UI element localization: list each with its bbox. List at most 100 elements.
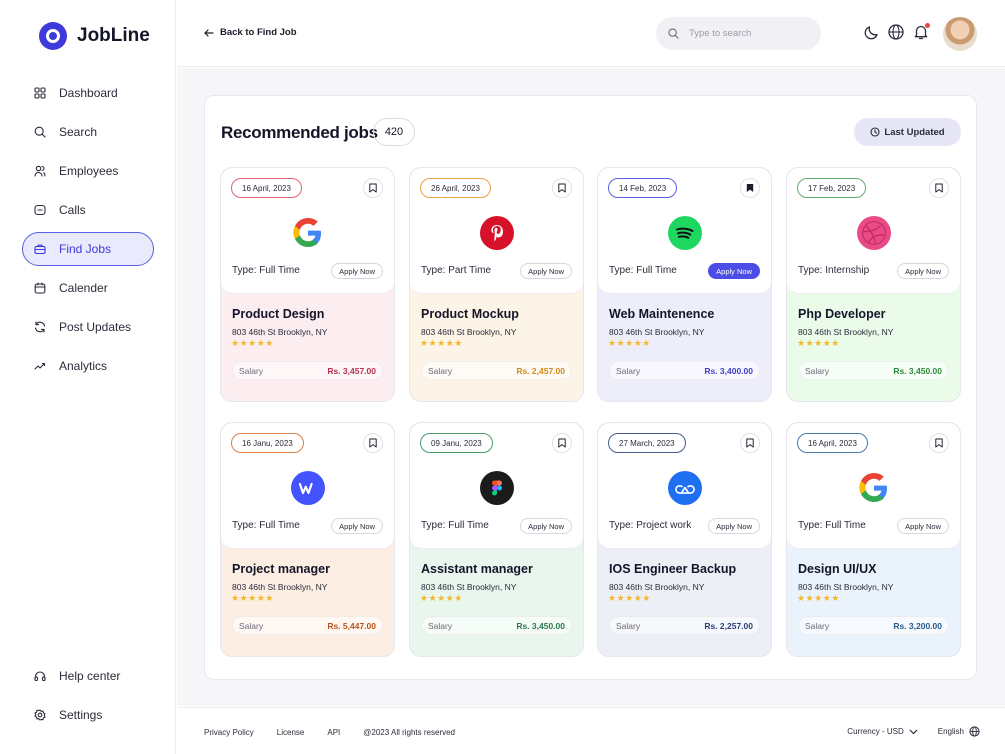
job-address: 803 46th St Brooklyn, NY: [421, 327, 517, 337]
salary-label: Salary: [428, 365, 453, 376]
search-input[interactable]: [689, 28, 799, 39]
bookmark-button[interactable]: [552, 433, 572, 453]
job-card-header: 26 April, 2023 Type: Part Time Apply Now: [410, 168, 583, 294]
sidebar-item-calender[interactable]: Calender: [22, 271, 154, 305]
apply-now-button[interactable]: Apply Now: [331, 263, 383, 279]
apply-now-button[interactable]: Apply Now: [897, 518, 949, 534]
last-updated-label: Last Updated: [884, 126, 945, 138]
job-card[interactable]: 16 Janu, 2023 Type: Full Time Apply Now …: [220, 422, 395, 657]
last-updated-button[interactable]: Last Updated: [854, 118, 961, 146]
job-title: Design UI/UX: [798, 562, 877, 576]
rating-stars: ★★★★★: [420, 338, 463, 348]
language-selector[interactable]: English: [938, 726, 980, 737]
salary-value: Rs. 3,450.00: [516, 620, 565, 631]
job-card[interactable]: 16 April, 2023 Type: Full Time Apply Now…: [220, 167, 395, 402]
posted-date-badge: 17 Feb, 2023: [797, 178, 867, 198]
job-type: Type: Part Time: [421, 265, 492, 276]
job-address: 803 46th St Brooklyn, NY: [609, 327, 705, 337]
sidebar-item-search[interactable]: Search: [22, 115, 154, 149]
apply-now-button[interactable]: Apply Now: [331, 518, 383, 534]
bookmark-button[interactable]: [363, 178, 383, 198]
jobs-count-badge: 420: [373, 118, 415, 146]
job-card[interactable]: 27 March, 2023 Type: Project work Apply …: [597, 422, 772, 657]
footer-link-privacy-policy[interactable]: Privacy Policy: [204, 728, 254, 737]
apply-now-button[interactable]: Apply Now: [520, 263, 572, 279]
sidebar-item-dashboard[interactable]: Dashboard: [22, 76, 154, 110]
message-icon: [34, 204, 46, 216]
sidebar-item-settings[interactable]: Settings: [22, 698, 154, 732]
apply-now-button[interactable]: Apply Now: [520, 518, 572, 534]
spotify-logo: [668, 216, 702, 250]
bookmark-button[interactable]: [740, 433, 760, 453]
bookmark-icon: [558, 183, 566, 193]
job-address: 803 46th St Brooklyn, NY: [798, 582, 894, 592]
bookmark-button[interactable]: [929, 433, 949, 453]
user-avatar[interactable]: [943, 17, 977, 51]
sidebar-bottom-nav: Help center Settings: [22, 659, 154, 737]
salary-row: Salary Rs. 5,447.00: [232, 616, 383, 635]
job-title: Php Developer: [798, 307, 886, 321]
apply-now-button[interactable]: Apply Now: [897, 263, 949, 279]
salary-label: Salary: [239, 365, 264, 376]
job-card[interactable]: 14 Feb, 2023 Type: Full Time Apply Now W…: [597, 167, 772, 402]
notification-bell[interactable]: [912, 23, 930, 41]
back-label: Back to Find Job: [220, 27, 297, 38]
job-card[interactable]: 26 April, 2023 Type: Part Time Apply Now…: [409, 167, 584, 402]
back-to-find-job-link[interactable]: Back to Find Job: [204, 27, 297, 38]
bookmark-filled-icon: [746, 183, 754, 193]
job-type: Type: Full Time: [232, 265, 300, 276]
search-box[interactable]: [656, 17, 821, 50]
sidebar-item-label: Calender: [59, 281, 108, 295]
globe-icon: [969, 726, 980, 737]
currency-selector[interactable]: Currency - USD: [847, 727, 918, 736]
moon-icon[interactable]: [863, 23, 881, 41]
currency-label: Currency - USD: [847, 727, 904, 736]
salary-label: Salary: [805, 365, 830, 376]
job-card-header: 16 Janu, 2023 Type: Full Time Apply Now: [221, 423, 394, 549]
salary-row: Salary Rs. 2,257.00: [609, 616, 760, 635]
brand[interactable]: JobLine: [39, 22, 150, 50]
bookmark-button[interactable]: [552, 178, 572, 198]
salary-value: Rs. 5,447.00: [327, 620, 376, 631]
sidebar-item-label: Employees: [59, 164, 119, 178]
calendar-icon: [34, 282, 46, 294]
sidebar-item-help-center[interactable]: Help center: [22, 659, 154, 693]
footer-link-license[interactable]: License: [277, 728, 305, 737]
salary-row: Salary Rs. 3,457.00: [232, 361, 383, 380]
copyright-text: @2023 All rights reserved: [363, 728, 456, 737]
job-type: Type: Full Time: [421, 520, 489, 531]
figma-logo: [480, 471, 514, 505]
job-card-header: 17 Feb, 2023 Type: Internship Apply Now: [787, 168, 960, 294]
dribbble-logo: [857, 216, 891, 250]
google-logo: [291, 216, 325, 250]
salary-value: Rs. 3,457.00: [327, 365, 376, 376]
sidebar-item-find-jobs[interactable]: Find Jobs: [22, 232, 154, 266]
job-type: Type: Full Time: [232, 520, 300, 531]
sidebar-item-analytics[interactable]: Analytics: [22, 349, 154, 383]
bookmark-button[interactable]: [363, 433, 383, 453]
bookmark-button[interactable]: [740, 178, 760, 198]
notification-dot: [925, 23, 930, 28]
bookmark-icon: [746, 438, 754, 448]
job-card-body: Assistant manager 803 46th St Brooklyn, …: [410, 539, 583, 656]
footer-link-api[interactable]: API: [327, 728, 340, 737]
brand-name: JobLine: [77, 25, 150, 46]
job-card[interactable]: 17 Feb, 2023 Type: Internship Apply Now …: [786, 167, 961, 402]
clock-refresh-icon: [870, 127, 880, 137]
rating-stars: ★★★★★: [231, 338, 274, 348]
bookmark-button[interactable]: [929, 178, 949, 198]
sidebar-item-post-updates[interactable]: Post Updates: [22, 310, 154, 344]
job-card[interactable]: 16 April, 2023 Type: Full Time Apply Now…: [786, 422, 961, 657]
apply-now-button[interactable]: Apply Now: [708, 518, 760, 534]
apply-now-button[interactable]: Apply Now: [708, 263, 760, 279]
salary-value: Rs. 3,450.00: [893, 365, 942, 376]
job-card[interactable]: 09 Janu, 2023 Type: Full Time Apply Now …: [409, 422, 584, 657]
bookmark-icon: [369, 183, 377, 193]
rating-stars: ★★★★★: [231, 593, 274, 603]
job-card-body: Product Mockup 803 46th St Brooklyn, NY …: [410, 284, 583, 401]
sidebar-item-employees[interactable]: Employees: [22, 154, 154, 188]
sidebar-item-calls[interactable]: Calls: [22, 193, 154, 227]
globe-icon[interactable]: [887, 23, 905, 41]
salary-value: Rs. 3,200.00: [893, 620, 942, 631]
sidebar-item-label: Post Updates: [59, 320, 132, 334]
